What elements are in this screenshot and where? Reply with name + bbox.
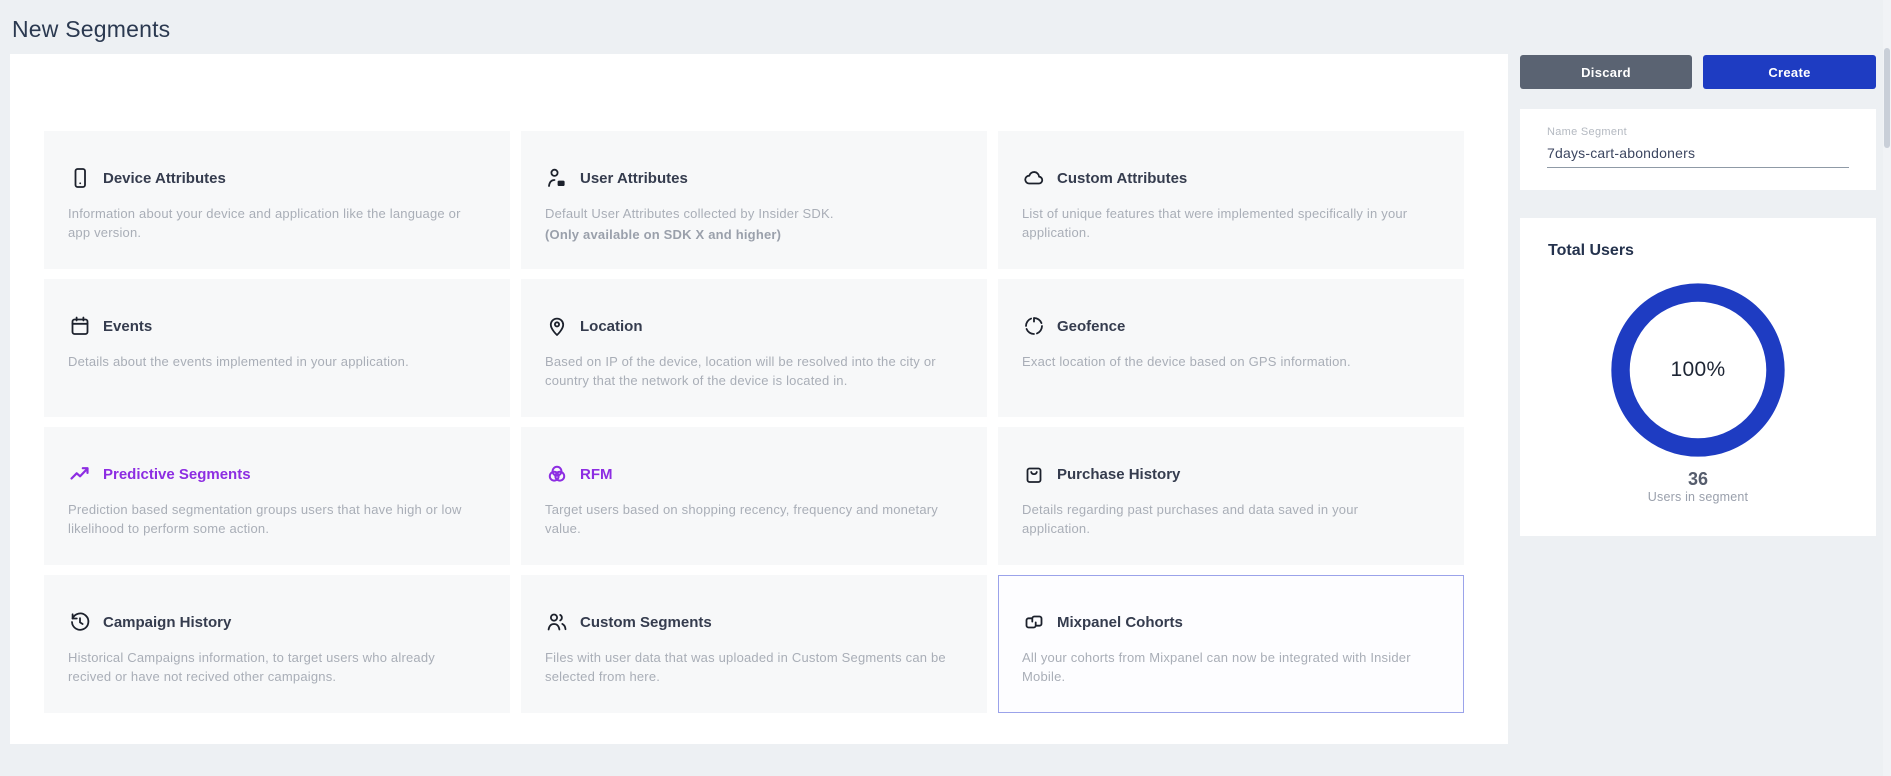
- category-card[interactable]: Purchase History Details regarding past …: [998, 427, 1464, 565]
- category-card-header: Custom Segments: [545, 610, 952, 634]
- category-title: Mixpanel Cohorts: [1057, 614, 1183, 631]
- category-description: Information about your device and applic…: [68, 205, 475, 243]
- history-clock-icon: [68, 610, 92, 634]
- create-button[interactable]: Create: [1703, 55, 1876, 89]
- users-in-segment-count: 36: [1520, 469, 1876, 490]
- shopping-bag-icon: [1022, 462, 1046, 486]
- category-panel: Choose a category before creating a new …: [10, 54, 1508, 744]
- venn-diagram-icon: [545, 462, 569, 486]
- category-card-header: Geofence: [1022, 314, 1429, 338]
- category-description: Prediction based segmentation groups use…: [68, 501, 475, 539]
- page-title: New Segments: [12, 16, 170, 43]
- map-pin-icon: [545, 314, 569, 338]
- category-description: Exact location of the device based on GP…: [1022, 353, 1429, 372]
- integration-icon: [1022, 610, 1046, 634]
- geofence-icon: [1022, 314, 1046, 338]
- category-description: List of unique features that were implem…: [1022, 205, 1429, 243]
- category-description: Based on IP of the device, location will…: [545, 353, 952, 391]
- category-description: Details regarding past purchases and dat…: [1022, 501, 1429, 539]
- category-card-header: Purchase History: [1022, 462, 1429, 486]
- name-segment-card: Name Segment: [1520, 109, 1876, 190]
- category-title: Device Attributes: [103, 170, 226, 187]
- category-description: Target users based on shopping recency, …: [545, 501, 952, 539]
- device-icon: [68, 166, 92, 190]
- category-description: Files with user data that was uploaded i…: [545, 649, 952, 687]
- user-badge-icon: [545, 166, 569, 190]
- category-card-header: Events: [68, 314, 475, 338]
- category-card-header: User Attributes: [545, 166, 952, 190]
- users-in-segment-caption: Users in segment: [1520, 490, 1876, 504]
- category-card[interactable]: RFM Target users based on shopping recen…: [521, 427, 987, 565]
- category-description-note: (Only available on SDK X and higher): [545, 226, 952, 245]
- category-title: Purchase History: [1057, 466, 1180, 483]
- category-card-header: Device Attributes: [68, 166, 475, 190]
- category-card[interactable]: Campaign History Historical Campaigns in…: [44, 575, 510, 713]
- users-icon: [545, 610, 569, 634]
- discard-button[interactable]: Discard: [1520, 55, 1692, 89]
- category-card-header: Custom Attributes: [1022, 166, 1429, 190]
- category-card-header: Location: [545, 314, 952, 338]
- category-title: Events: [103, 318, 152, 335]
- total-users-title: Total Users: [1548, 242, 1634, 260]
- category-description: Historical Campaigns information, to tar…: [68, 649, 475, 687]
- category-card[interactable]: Mixpanel Cohorts All your cohorts from M…: [998, 575, 1464, 713]
- category-title: Custom Segments: [580, 614, 712, 631]
- category-card[interactable]: Custom Attributes List of unique feature…: [998, 131, 1464, 269]
- category-description: All your cohorts from Mixpanel can now b…: [1022, 649, 1429, 687]
- category-title: Campaign History: [103, 614, 231, 631]
- category-card[interactable]: Events Details about the events implemen…: [44, 279, 510, 417]
- category-card-header: Mixpanel Cohorts: [1022, 610, 1429, 634]
- trend-arrow-icon: [68, 462, 92, 486]
- category-title: Predictive Segments: [103, 466, 251, 483]
- category-description: Default User Attributes collected by Ins…: [545, 205, 952, 224]
- total-users-donut-chart: 100%: [1606, 278, 1790, 462]
- name-segment-label: Name Segment: [1547, 126, 1848, 138]
- category-card[interactable]: Predictive Segments Prediction based seg…: [44, 427, 510, 565]
- donut-percent-label: 100%: [1606, 278, 1790, 462]
- category-title: Custom Attributes: [1057, 170, 1187, 187]
- category-grid: Device Attributes Information about your…: [44, 131, 1464, 713]
- category-description: Details about the events implemented in …: [68, 353, 475, 372]
- category-card-header: Campaign History: [68, 610, 475, 634]
- category-card[interactable]: User Attributes Default User Attributes …: [521, 131, 987, 269]
- category-card[interactable]: Geofence Exact location of the device ba…: [998, 279, 1464, 417]
- category-title: User Attributes: [580, 170, 688, 187]
- category-title: Geofence: [1057, 318, 1125, 335]
- category-title: RFM: [580, 466, 613, 483]
- calendar-icon: [68, 314, 92, 338]
- cloud-icon: [1022, 166, 1046, 190]
- category-card-header: Predictive Segments: [68, 462, 475, 486]
- category-card[interactable]: Location Based on IP of the device, loca…: [521, 279, 987, 417]
- category-card[interactable]: Device Attributes Information about your…: [44, 131, 510, 269]
- total-users-card: Total Users 100% 36 Users in segment: [1520, 218, 1876, 536]
- category-card-header: RFM: [545, 462, 952, 486]
- scrollbar-thumb[interactable]: [1884, 48, 1890, 148]
- segment-name-input[interactable]: [1547, 145, 1849, 168]
- scrollbar-track[interactable]: [1883, 0, 1891, 776]
- category-title: Location: [580, 318, 643, 335]
- category-card[interactable]: Custom Segments Files with user data tha…: [521, 575, 987, 713]
